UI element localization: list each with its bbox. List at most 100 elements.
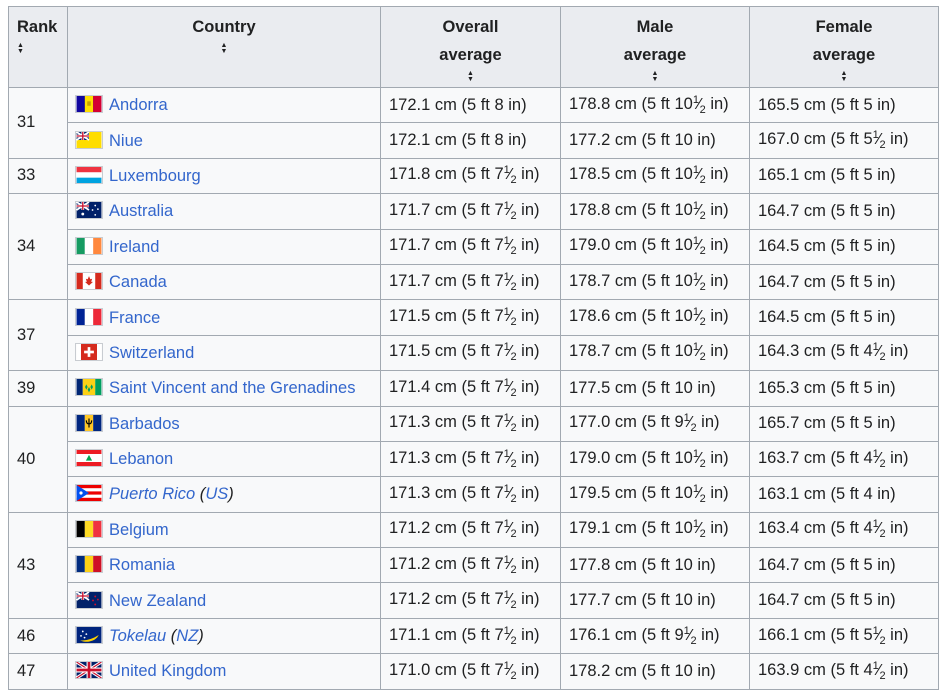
sort-icon[interactable] bbox=[17, 43, 63, 55]
flag-luxembourg-icon[interactable] bbox=[75, 165, 103, 184]
flag-switzerland-icon[interactable] bbox=[75, 342, 103, 361]
country-link-switzerland[interactable]: Switzerland bbox=[109, 344, 194, 362]
header-row: Rank Country Overall average Male averag… bbox=[8, 6, 939, 88]
female-header-line2: average bbox=[812, 46, 876, 64]
sort-icon[interactable] bbox=[565, 71, 745, 83]
table-row: Niue 172.1 cm (5 ft 8 in) 177.2 cm (5 ft 1… bbox=[9, 122, 939, 159]
half-fraction: 1⁄2 bbox=[503, 412, 517, 435]
overall-column-header[interactable]: Overall average bbox=[380, 6, 561, 88]
rank-cell: 47 bbox=[8, 653, 68, 690]
flag-lebanon-icon[interactable] bbox=[75, 449, 103, 468]
country-link-luxembourg[interactable]: Luxembourg bbox=[109, 167, 201, 185]
flag-france-icon[interactable] bbox=[75, 307, 103, 326]
flag-andorra-icon[interactable] bbox=[75, 95, 103, 114]
country-link-new-zealand[interactable]: New Zealand bbox=[109, 592, 206, 610]
country-link-saint-vincent-and-the-grenadines[interactable]: Saint Vincent and the Grenadines bbox=[109, 379, 355, 397]
flag-canada-icon[interactable] bbox=[75, 272, 103, 291]
country-column-header[interactable]: Country bbox=[67, 6, 381, 88]
country-cell: Barbados bbox=[67, 405, 381, 442]
country-cell: New Zealand bbox=[67, 582, 381, 619]
female-column-header[interactable]: Female average bbox=[749, 6, 939, 88]
half-fraction: 1⁄2 bbox=[872, 624, 886, 647]
male-average-cell: 176.1 cm (5 ft 91⁄2 in) bbox=[560, 617, 750, 655]
half-fraction: 1⁄2 bbox=[692, 270, 706, 293]
female-average-cell: 165.1 cm (5 ft 5 in) bbox=[749, 157, 939, 195]
male-average-cell: 179.5 cm (5 ft 101⁄2 in) bbox=[560, 476, 750, 513]
country-link-france[interactable]: France bbox=[109, 309, 160, 327]
country-cell: Lebanon bbox=[67, 440, 381, 478]
table-row: 46 Tokelau (NZ) 171.1 cm (5 ft 71⁄2 in) 176… bbox=[8, 617, 939, 655]
flag-newzealand-icon[interactable] bbox=[75, 590, 103, 609]
table-body: 31 Andorra 172.1 cm (5 ft 8 in) 178.8 cm (5… bbox=[8, 86, 939, 690]
overall-average-cell: 172.1 cm (5 ft 8 in) bbox=[380, 86, 561, 124]
male-average-cell: 177.2 cm (5 ft 10 in) bbox=[560, 122, 750, 159]
half-fraction: 1⁄2 bbox=[503, 270, 517, 293]
country-cell: Luxembourg bbox=[67, 157, 381, 195]
female-average-cell: 165.7 cm (5 ft 5 in) bbox=[749, 405, 939, 442]
half-fraction: 1⁄2 bbox=[692, 341, 706, 364]
table-row: Puerto Rico (US) 171.3 cm (5 ft 71⁄2 in) 1… bbox=[9, 476, 939, 513]
half-fraction: 1⁄2 bbox=[503, 376, 517, 399]
sort-icon[interactable] bbox=[72, 43, 376, 55]
country-cell: Andorra bbox=[67, 86, 381, 124]
female-average-cell: 164.5 cm (5 ft 5 in) bbox=[749, 228, 939, 265]
half-fraction: 1⁄2 bbox=[692, 518, 706, 541]
country-link-united-kingdom[interactable]: United Kingdom bbox=[109, 662, 226, 680]
overall-average-cell: 171.2 cm (5 ft 71⁄2 in) bbox=[380, 582, 561, 619]
country-link-australia[interactable]: Australia bbox=[109, 202, 173, 220]
half-fraction: 1⁄2 bbox=[503, 553, 517, 576]
male-average-cell: 178.8 cm (5 ft 101⁄2 in) bbox=[560, 86, 750, 124]
country-link-canada[interactable]: Canada bbox=[109, 273, 167, 291]
country-link-tokelau[interactable]: Tokelau bbox=[109, 627, 166, 645]
half-fraction: 1⁄2 bbox=[503, 518, 517, 541]
country-link-belgium[interactable]: Belgium bbox=[109, 521, 169, 539]
country-link-andorra[interactable]: Andorra bbox=[109, 96, 168, 114]
rank-cell: 40 bbox=[8, 405, 68, 513]
country-link-barbados[interactable]: Barbados bbox=[109, 415, 180, 433]
flag-niue-icon[interactable] bbox=[75, 130, 103, 149]
country-link-lebanon[interactable]: Lebanon bbox=[109, 450, 173, 468]
half-fraction: 1⁄2 bbox=[503, 306, 517, 329]
flag-svg-icon[interactable] bbox=[75, 378, 103, 397]
country-cell: United Kingdom bbox=[67, 653, 381, 690]
overall-average-cell: 172.1 cm (5 ft 8 in) bbox=[380, 122, 561, 159]
sort-icon[interactable] bbox=[754, 71, 934, 83]
country-link-niue[interactable]: Niue bbox=[109, 132, 143, 150]
half-fraction: 1⁄2 bbox=[503, 589, 517, 612]
height-table: Rank Country Overall average Male averag… bbox=[8, 6, 939, 690]
table-row: Canada 171.7 cm (5 ft 71⁄2 in) 178.7 cm (5… bbox=[9, 263, 939, 301]
flag-tokelau-icon[interactable] bbox=[75, 626, 103, 645]
country-cell: Romania bbox=[67, 547, 381, 584]
overall-average-cell: 171.5 cm (5 ft 71⁄2 in) bbox=[380, 334, 561, 372]
country-cell: Saint Vincent and the Grenadines bbox=[67, 370, 381, 407]
flag-romania-icon[interactable] bbox=[75, 555, 103, 574]
sovereignty-link[interactable]: NZ bbox=[176, 627, 198, 645]
flag-ireland-icon[interactable] bbox=[75, 236, 103, 255]
male-average-cell: 179.0 cm (5 ft 101⁄2 in) bbox=[560, 440, 750, 478]
half-fraction: 1⁄2 bbox=[872, 518, 886, 541]
male-column-header[interactable]: Male average bbox=[560, 6, 750, 88]
male-average-cell: 179.1 cm (5 ft 101⁄2 in) bbox=[560, 511, 750, 549]
rank-column-header[interactable]: Rank bbox=[8, 6, 68, 88]
overall-average-cell: 171.3 cm (5 ft 71⁄2 in) bbox=[380, 440, 561, 478]
country-cell: Australia bbox=[67, 193, 381, 230]
flag-uk-icon[interactable] bbox=[75, 661, 103, 680]
half-fraction: 1⁄2 bbox=[692, 306, 706, 329]
half-fraction: 1⁄2 bbox=[692, 164, 706, 187]
sovereignty-link[interactable]: US bbox=[205, 485, 228, 503]
overall-average-cell: 171.3 cm (5 ft 71⁄2 in) bbox=[380, 476, 561, 513]
half-fraction: 1⁄2 bbox=[503, 341, 517, 364]
sort-icon[interactable] bbox=[385, 71, 556, 83]
flag-puertorico-icon[interactable] bbox=[75, 484, 103, 503]
male-average-cell: 177.5 cm (5 ft 10 in) bbox=[560, 370, 750, 407]
sovereignty-note: (NZ) bbox=[166, 627, 204, 646]
country-cell: Niue bbox=[67, 122, 381, 159]
half-fraction: 1⁄2 bbox=[872, 341, 886, 364]
country-link-puerto-rico[interactable]: Puerto Rico bbox=[109, 485, 195, 503]
country-link-romania[interactable]: Romania bbox=[109, 556, 175, 574]
overall-average-cell: 171.2 cm (5 ft 71⁄2 in) bbox=[380, 547, 561, 584]
country-link-ireland[interactable]: Ireland bbox=[109, 238, 159, 256]
flag-australia-icon[interactable] bbox=[75, 201, 103, 220]
flag-belgium-icon[interactable] bbox=[75, 519, 103, 538]
flag-barbados-icon[interactable] bbox=[75, 413, 103, 432]
